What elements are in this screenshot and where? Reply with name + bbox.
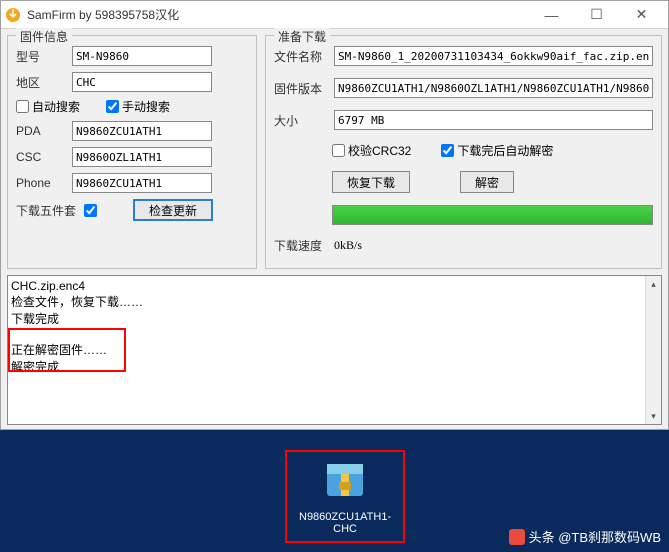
csc-label: CSC bbox=[16, 150, 66, 164]
titlebar[interactable]: SamFirm by 598395758汉化 — ☐ ✕ bbox=[1, 1, 668, 29]
log-line: 解密完成 bbox=[11, 358, 658, 375]
fw-input[interactable] bbox=[334, 78, 653, 98]
check-update-button[interactable]: 检查更新 bbox=[133, 199, 213, 221]
maximize-button[interactable]: ☐ bbox=[574, 1, 619, 29]
firmware-group-title: 固件信息 bbox=[16, 28, 72, 45]
log-line: CHC.zip.enc4 bbox=[11, 279, 658, 293]
resume-download-button[interactable]: 恢复下载 bbox=[332, 171, 410, 193]
crc-checkbox[interactable]: 校验CRC32 bbox=[332, 142, 411, 159]
size-input[interactable] bbox=[334, 110, 653, 130]
log-scrollbar[interactable]: ▴ ▾ bbox=[645, 276, 661, 424]
dl5-checkbox[interactable] bbox=[84, 204, 97, 217]
manual-search-checkbox[interactable]: 手动搜索 bbox=[106, 98, 170, 115]
dl5-label: 下载五件套 bbox=[16, 202, 78, 219]
decrypt-button[interactable]: 解密 bbox=[460, 171, 514, 193]
download-group-title: 准备下载 bbox=[274, 28, 330, 45]
region-input[interactable] bbox=[72, 72, 212, 92]
log-line bbox=[11, 327, 658, 341]
download-group: 准备下载 文件名称 固件版本 大小 校验CRC32 下载完后自动解密 恢复下载 … bbox=[265, 35, 662, 269]
zip-file-icon bbox=[321, 456, 369, 504]
footer-watermark: 头条 @TB刹那数码WB bbox=[509, 527, 661, 546]
model-input[interactable] bbox=[72, 46, 212, 66]
close-button[interactable]: ✕ bbox=[619, 1, 664, 29]
desktop-file-label: N9860ZCU1ATH1-CHC bbox=[299, 511, 391, 535]
log-line: 下载完成 bbox=[11, 310, 658, 327]
firmware-info-group: 固件信息 型号 地区 自动搜索 手动搜索 PDA CSC bbox=[7, 35, 257, 269]
auto-decrypt-checkbox[interactable]: 下载完后自动解密 bbox=[441, 142, 553, 159]
log-line: 正在解密固件…… bbox=[11, 341, 658, 358]
region-label: 地区 bbox=[16, 74, 66, 91]
fw-label: 固件版本 bbox=[274, 80, 328, 97]
csc-input[interactable] bbox=[72, 147, 212, 167]
auto-search-checkbox[interactable]: 自动搜索 bbox=[16, 98, 80, 115]
scroll-down-icon[interactable]: ▾ bbox=[646, 408, 661, 424]
toutiao-icon bbox=[509, 529, 525, 545]
pda-label: PDA bbox=[16, 124, 66, 138]
scroll-up-icon[interactable]: ▴ bbox=[646, 276, 661, 292]
log-line: 检查文件，恢复下载…… bbox=[11, 293, 658, 310]
desktop-file[interactable]: N9860ZCU1ATH1-CHC bbox=[285, 450, 385, 543]
window-title: SamFirm by 598395758汉化 bbox=[27, 6, 529, 23]
speed-value: 0kB/s bbox=[334, 238, 362, 253]
phone-input[interactable] bbox=[72, 173, 212, 193]
app-window: SamFirm by 598395758汉化 — ☐ ✕ 固件信息 型号 地区 … bbox=[0, 0, 669, 430]
model-label: 型号 bbox=[16, 48, 66, 65]
progress-bar bbox=[332, 205, 653, 225]
size-label: 大小 bbox=[274, 112, 328, 129]
pda-input[interactable] bbox=[72, 121, 212, 141]
file-label: 文件名称 bbox=[274, 48, 328, 65]
speed-label: 下载速度 bbox=[274, 237, 328, 254]
file-input[interactable] bbox=[334, 46, 653, 66]
log-area[interactable]: CHC.zip.enc4检查文件，恢复下载……下载完成 正在解密固件……解密完成… bbox=[7, 275, 662, 425]
app-icon bbox=[5, 7, 21, 23]
minimize-button[interactable]: — bbox=[529, 1, 574, 29]
phone-label: Phone bbox=[16, 176, 66, 190]
